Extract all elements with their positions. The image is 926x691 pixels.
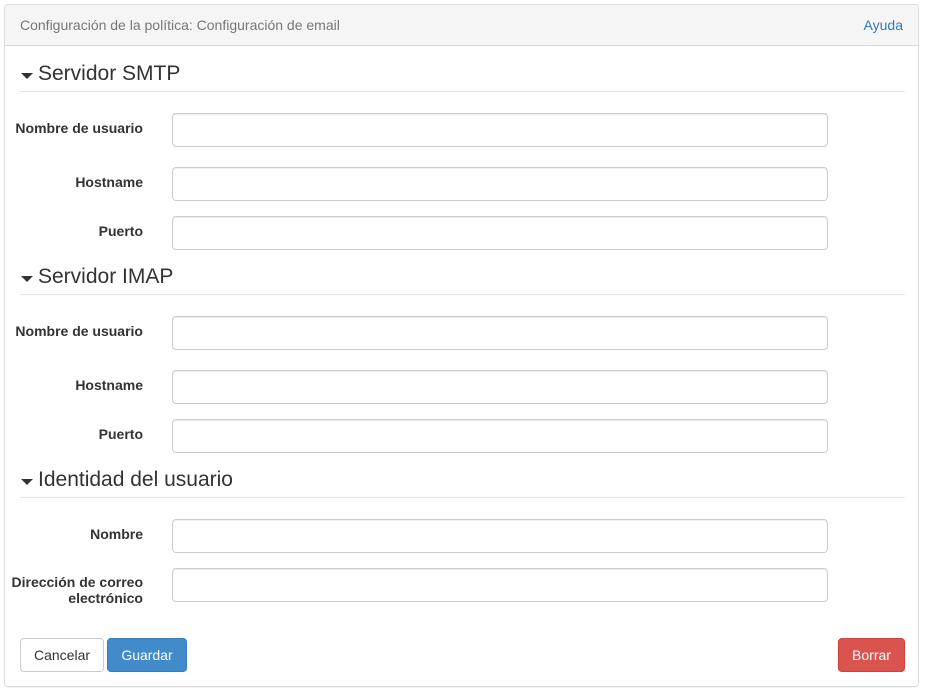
identity-name-input[interactable] <box>172 519 828 553</box>
caret-down-icon[interactable] <box>21 73 33 79</box>
section-title-smtp[interactable]: Servidor SMTP <box>38 62 180 86</box>
cancel-button[interactable]: Cancelar <box>20 638 104 672</box>
smtp-port-input[interactable] <box>172 216 828 250</box>
imap-hostname-input[interactable] <box>172 370 828 404</box>
panel-heading: Configuración de la política: Configurac… <box>5 5 918 46</box>
section-header-identity[interactable]: Identidad del usuario <box>20 468 905 498</box>
section-header-imap[interactable]: Servidor IMAP <box>20 265 905 295</box>
page-title: Configuración de la política: Configurac… <box>20 17 340 33</box>
caret-down-icon[interactable] <box>21 276 33 282</box>
smtp-username-label: Nombre de usuario <box>15 120 143 136</box>
imap-username-input[interactable] <box>172 316 828 350</box>
identity-name-label: Nombre <box>90 526 143 542</box>
identity-email-label: Dirección de correo electrónico <box>11 574 144 606</box>
policy-panel: Configuración de la política: Configurac… <box>4 4 919 687</box>
help-link[interactable]: Ayuda <box>864 17 903 33</box>
smtp-username-input[interactable] <box>172 113 828 147</box>
smtp-port-label: Puerto <box>98 223 143 239</box>
imap-port-input[interactable] <box>172 419 828 453</box>
smtp-hostname-input[interactable] <box>172 167 828 201</box>
imap-port-label: Puerto <box>98 426 143 442</box>
caret-down-icon[interactable] <box>21 479 33 485</box>
section-title-identity[interactable]: Identidad del usuario <box>38 468 233 492</box>
section-header-smtp[interactable]: Servidor SMTP <box>20 62 905 92</box>
save-button[interactable]: Guardar <box>107 638 187 672</box>
section-title-imap[interactable]: Servidor IMAP <box>38 265 173 289</box>
imap-username-label: Nombre de usuario <box>15 323 143 339</box>
identity-email-input[interactable] <box>172 568 828 602</box>
imap-hostname-label: Hostname <box>75 377 143 393</box>
smtp-hostname-label: Hostname <box>75 174 143 190</box>
delete-button[interactable]: Borrar <box>838 638 905 672</box>
